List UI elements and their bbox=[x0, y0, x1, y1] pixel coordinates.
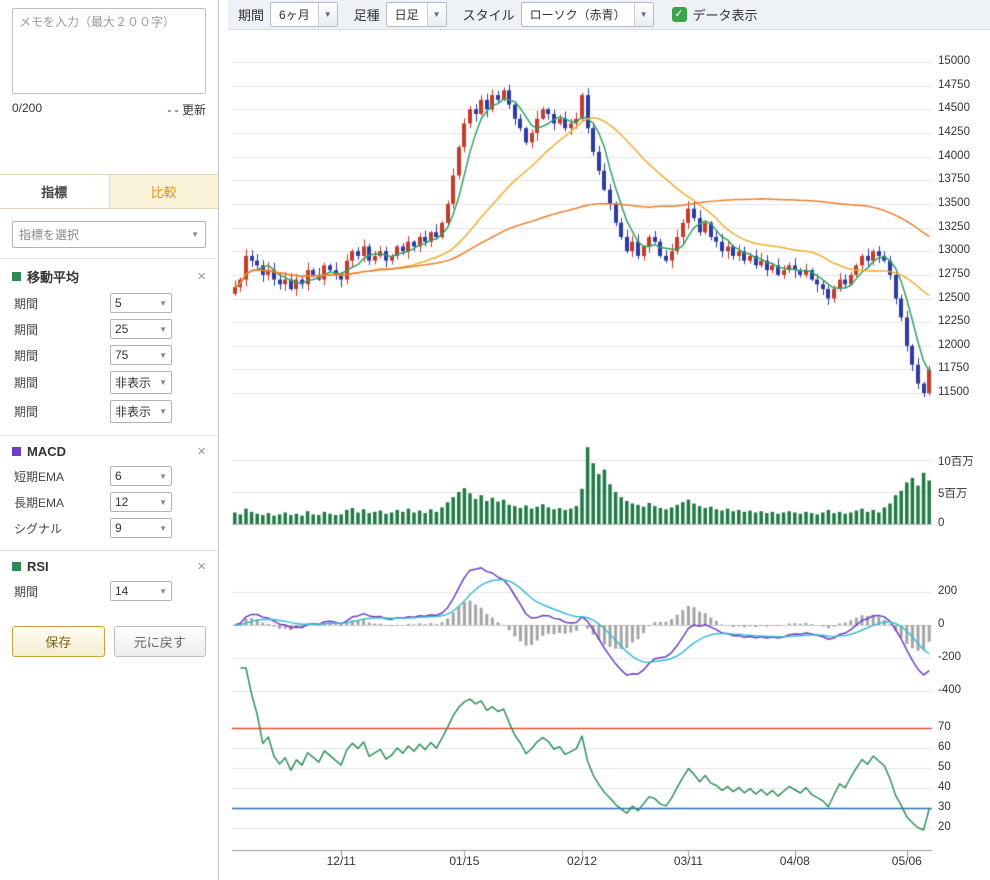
moving-average-swatch-icon bbox=[12, 272, 21, 281]
stock-chart-app: 0/200 - - 更新 指標 比較 指標を選択 ▼ 移動平均×期間5▼期間25… bbox=[0, 0, 990, 880]
chart-area: 期間 6ヶ月 ▼ 足種 日足 ▼ スタイル ローソク（赤青） ▼ ✓ データ表示… bbox=[219, 0, 990, 880]
tab-compare[interactable]: 比較 bbox=[110, 175, 219, 208]
sidebar: 0/200 - - 更新 指標 比較 指標を選択 ▼ 移動平均×期間5▼期間25… bbox=[0, 0, 219, 880]
memo-meta: 0/200 - - 更新 bbox=[12, 101, 206, 118]
sidebar-actions: 保存 元に戻す bbox=[12, 626, 206, 657]
close-icon[interactable]: × bbox=[197, 444, 206, 459]
param-label: 期間 bbox=[14, 321, 110, 338]
param-select[interactable]: 6▼ bbox=[110, 466, 172, 486]
period-select[interactable]: 6ヶ月 ▼ bbox=[270, 2, 338, 27]
save-button[interactable]: 保存 bbox=[12, 626, 105, 657]
param-select[interactable]: 75▼ bbox=[110, 345, 172, 365]
chevron-down-icon: ▼ bbox=[159, 351, 167, 360]
chevron-down-icon: ▼ bbox=[634, 3, 653, 26]
param-label: シグナル bbox=[14, 520, 110, 537]
param-select[interactable]: 25▼ bbox=[110, 319, 172, 339]
param-select[interactable]: 非表示▼ bbox=[110, 400, 172, 423]
indicator-group-macd: MACD × 短期EMA6▼長期EMA12▼シグナル9▼ bbox=[0, 435, 218, 550]
memo-update-button[interactable]: - - 更新 bbox=[167, 101, 206, 118]
chart-toolbar: 期間 6ヶ月 ▼ 足種 日足 ▼ スタイル ローソク（赤青） ▼ ✓ データ表示 bbox=[228, 0, 990, 30]
chevron-down-icon: ▼ bbox=[427, 3, 446, 26]
param-label: 期間 bbox=[14, 374, 110, 391]
indicator-group-title: 移動平均 bbox=[27, 267, 79, 286]
period-label: 期間 bbox=[238, 5, 264, 24]
param-select[interactable]: 5▼ bbox=[110, 293, 172, 313]
tab-indicators[interactable]: 指標 bbox=[0, 175, 110, 208]
chevron-down-icon: ▼ bbox=[159, 587, 167, 596]
close-icon[interactable]: × bbox=[197, 559, 206, 574]
chevron-down-icon: ▼ bbox=[159, 498, 167, 507]
close-icon[interactable]: × bbox=[197, 269, 206, 284]
param-label: 期間 bbox=[14, 583, 110, 600]
chevron-down-icon: ▼ bbox=[318, 3, 337, 26]
chevron-down-icon: ▼ bbox=[159, 299, 167, 308]
bar-type-select[interactable]: 日足 ▼ bbox=[386, 2, 447, 27]
chevron-down-icon: ▼ bbox=[191, 230, 199, 239]
param-label: 長期EMA bbox=[14, 494, 110, 511]
style-select[interactable]: ローソク（赤青） ▼ bbox=[521, 2, 654, 27]
data-display-label: データ表示 bbox=[693, 5, 758, 24]
param-label: 短期EMA bbox=[14, 468, 110, 485]
style-label: スタイル bbox=[463, 5, 515, 24]
sidebar-tabs: 指標 比較 bbox=[0, 174, 218, 209]
bar-type-label: 足種 bbox=[354, 5, 380, 24]
param-select[interactable]: 14▼ bbox=[110, 581, 172, 601]
indicator-group-rsi: RSI × 期間14▼ bbox=[0, 550, 218, 613]
chart-plot: 1500014750145001425014000137501350013250… bbox=[219, 30, 990, 880]
data-display-checkbox[interactable]: ✓ bbox=[672, 7, 687, 22]
chevron-down-icon: ▼ bbox=[159, 325, 167, 334]
param-select[interactable]: 非表示▼ bbox=[110, 371, 172, 394]
chevron-down-icon: ▼ bbox=[159, 472, 167, 481]
param-label: 期間 bbox=[14, 295, 110, 312]
param-label: 期間 bbox=[14, 347, 110, 364]
macd-swatch-icon bbox=[12, 447, 21, 456]
rsi-swatch-icon bbox=[12, 562, 21, 571]
indicator-picker-select[interactable]: 指標を選択 ▼ bbox=[12, 221, 206, 248]
memo-input[interactable] bbox=[12, 8, 206, 94]
chevron-down-icon: ▼ bbox=[159, 378, 167, 387]
chevron-down-icon: ▼ bbox=[159, 407, 167, 416]
reset-button[interactable]: 元に戻す bbox=[114, 626, 207, 657]
param-select[interactable]: 9▼ bbox=[110, 518, 172, 538]
indicator-group-title: MACD bbox=[27, 444, 66, 459]
param-label: 期間 bbox=[14, 403, 110, 420]
indicator-group-moving-average: 移動平均×期間5▼期間25▼期間75▼期間非表示▼期間非表示▼ bbox=[0, 258, 218, 435]
memo-counter: 0/200 bbox=[12, 101, 42, 118]
chart-canvas[interactable] bbox=[228, 30, 990, 880]
indicator-group-title: RSI bbox=[27, 559, 49, 574]
param-select[interactable]: 12▼ bbox=[110, 492, 172, 512]
check-icon: ✓ bbox=[674, 8, 683, 20]
indicator-groups: 移動平均×期間5▼期間25▼期間75▼期間非表示▼期間非表示▼MACD×短期EM… bbox=[0, 258, 218, 613]
chevron-down-icon: ▼ bbox=[159, 524, 167, 533]
